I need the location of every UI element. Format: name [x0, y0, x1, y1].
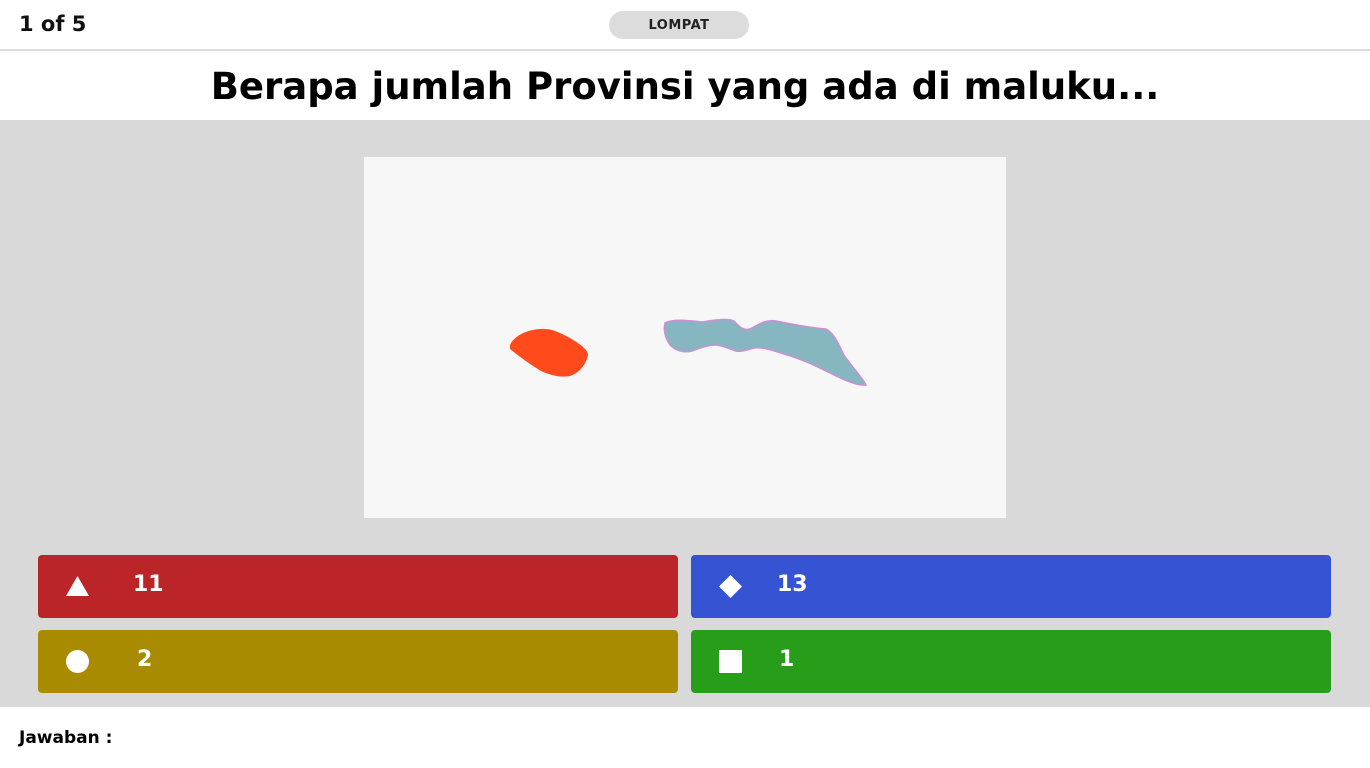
answer-option-label: 2	[137, 647, 153, 672]
circle-icon	[66, 650, 89, 673]
question-stage: 11 13 2 1	[0, 120, 1370, 707]
answer-option-3[interactable]: 2	[38, 630, 678, 693]
skip-button[interactable]: LOMPAT	[609, 11, 749, 39]
island-left-shape	[510, 328, 588, 377]
island-right-shape	[663, 318, 868, 386]
maluku-map-icon	[510, 318, 868, 386]
answer-status-label: Jawaban :	[19, 728, 113, 748]
top-bar: 1 of 5 LOMPAT	[0, 0, 1370, 51]
answer-option-label: 13	[777, 572, 808, 597]
square-icon	[719, 650, 742, 673]
answer-option-label: 11	[133, 572, 164, 597]
answer-option-label: 1	[779, 647, 795, 672]
answer-option-2[interactable]: 13	[691, 555, 1331, 618]
answer-option-4[interactable]: 1	[691, 630, 1331, 693]
answer-option-1[interactable]: 11	[38, 555, 678, 618]
question-counter: 1 of 5	[19, 12, 87, 36]
question-title: Berapa jumlah Provinsi yang ada di maluk…	[210, 65, 1160, 108]
answer-footer: Jawaban :	[0, 707, 1370, 768]
triangle-icon	[66, 576, 89, 596]
diamond-icon	[719, 575, 742, 598]
question-image	[364, 157, 1006, 518]
